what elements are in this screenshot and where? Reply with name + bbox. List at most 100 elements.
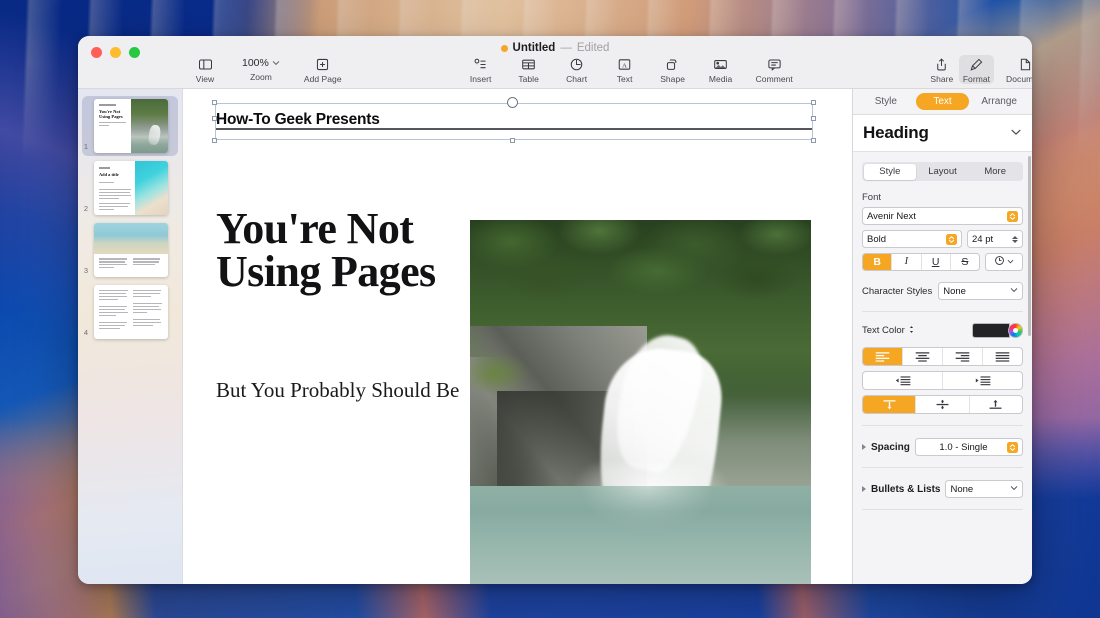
subtab-style[interactable]: Style — [864, 164, 917, 180]
document-title-text[interactable]: You're Not Using Pages — [216, 207, 456, 293]
tab-style[interactable]: Style — [859, 93, 913, 110]
font-size-stepper[interactable]: 24 pt — [967, 230, 1023, 248]
rotate-handle[interactable] — [507, 97, 518, 108]
insert-button[interactable]: Insert — [464, 55, 498, 84]
page-sheet[interactable]: How-To Geek Presents You're Not Using Pa… — [183, 89, 852, 584]
resize-handle-right[interactable] — [811, 116, 816, 121]
chart-button[interactable]: Chart — [560, 55, 594, 84]
indent-button[interactable] — [943, 372, 1022, 389]
table-button[interactable]: Table — [512, 55, 546, 84]
resize-handle-bottom[interactable] — [510, 138, 515, 143]
comment-button[interactable]: Comment — [752, 55, 797, 84]
title-separator: — — [560, 42, 572, 54]
font-weight-stepper-icon[interactable] — [946, 234, 957, 245]
thumb-eyebrow-line — [99, 104, 116, 106]
stepper-arrows-icon[interactable] — [1012, 236, 1018, 243]
bullets-select[interactable]: None — [945, 480, 1023, 498]
insert-label: Insert — [470, 74, 492, 84]
valign-top-button[interactable] — [863, 396, 916, 413]
zoom-control[interactable]: 100% Zoom — [242, 55, 280, 82]
font-weight-select[interactable]: Bold — [862, 230, 962, 248]
heading-text-box[interactable]: How-To Geek Presents — [215, 103, 813, 140]
align-justify-button[interactable] — [983, 348, 1022, 365]
thumbnail-1[interactable]: 1 You're Not Using Pages — [78, 95, 182, 157]
color-wheel-icon[interactable] — [1008, 323, 1023, 338]
italic-button[interactable]: I — [892, 254, 921, 270]
thumb1-heading: You're Not Using Pages — [99, 109, 128, 120]
align-left-button[interactable] — [863, 348, 903, 365]
subtab-more[interactable]: More — [969, 164, 1022, 180]
spacing-stepper-icon[interactable] — [1007, 442, 1018, 453]
text-color-controls — [972, 323, 1023, 338]
document-label: Document — [1006, 74, 1032, 84]
resize-handle-left[interactable] — [212, 116, 217, 121]
add-page-icon — [315, 57, 330, 72]
format-panel-scrollbar[interactable] — [1028, 156, 1031, 336]
heading-text[interactable]: How-To Geek Presents — [216, 111, 380, 129]
font-options-button[interactable] — [985, 253, 1023, 271]
share-button[interactable]: Share — [925, 55, 959, 84]
paragraph-style-selector[interactable]: Heading — [853, 115, 1032, 152]
character-styles-select[interactable]: None — [938, 282, 1023, 300]
resize-handle-bottom-left[interactable] — [212, 138, 217, 143]
strikethrough-button[interactable]: S — [951, 254, 979, 270]
tab-text[interactable]: Text — [916, 93, 970, 110]
spacing-select[interactable]: 1.0 - Single — [915, 438, 1023, 456]
text-color-swatch[interactable] — [972, 323, 1010, 338]
tab-arrange[interactable]: Arrange — [972, 93, 1026, 110]
disclosure-triangle-icon[interactable] — [862, 444, 866, 450]
text-label: Text — [617, 74, 633, 84]
view-button[interactable]: View — [188, 55, 222, 84]
add-page-label: Add Page — [304, 74, 342, 84]
resize-handle-top-left[interactable] — [212, 100, 217, 105]
underline-button[interactable]: U — [922, 254, 951, 270]
view-label: View — [196, 74, 214, 84]
chevron-down-icon[interactable] — [1010, 126, 1022, 141]
text-color-label: Text Color — [862, 325, 915, 337]
zoom-value-row[interactable]: 100% — [242, 55, 280, 70]
thumbnail-card[interactable] — [94, 223, 168, 277]
thumbnail-card[interactable]: Add a title — [94, 161, 168, 215]
add-page-button[interactable]: Add Page — [300, 55, 346, 84]
shape-button[interactable]: Shape — [656, 55, 690, 84]
text-button[interactable]: A Text — [608, 55, 642, 84]
subtab-layout[interactable]: Layout — [916, 164, 969, 180]
horizontal-alignment-group — [862, 347, 1023, 366]
thumbnail-card[interactable] — [94, 285, 168, 339]
valign-bottom-button[interactable] — [970, 396, 1022, 413]
share-icon — [934, 57, 949, 72]
zoom-button[interactable] — [129, 47, 140, 58]
resize-handle-top-right[interactable] — [811, 100, 816, 105]
font-family-stepper-icon[interactable] — [1007, 211, 1018, 222]
outdent-button[interactable] — [863, 372, 943, 389]
font-style-buttons: B I U S — [862, 253, 1023, 271]
bullets-row[interactable]: Bullets & Lists None — [862, 480, 1023, 498]
spacing-section: Spacing 1.0 - Single — [853, 426, 1032, 456]
valign-middle-button[interactable] — [916, 396, 969, 413]
indent-group — [862, 371, 1023, 390]
page-thumbnails-sidebar[interactable]: 1 You're Not Using Pages — [78, 89, 183, 584]
close-button[interactable] — [91, 47, 102, 58]
thumbnail-2[interactable]: 2 Add a title — [78, 157, 182, 219]
thumbnail-card[interactable]: You're Not Using Pages — [94, 99, 168, 153]
resize-handle-bottom-right[interactable] — [811, 138, 816, 143]
waterfall-photo[interactable] — [470, 220, 811, 584]
document-canvas[interactable]: How-To Geek Presents You're Not Using Pa… — [183, 89, 852, 584]
sort-updown-icon[interactable] — [908, 325, 915, 337]
document-name[interactable]: Untitled — [513, 42, 556, 54]
font-family-select[interactable]: Avenir Next — [862, 207, 1023, 225]
format-button[interactable]: Format — [959, 55, 994, 84]
disclosure-triangle-icon[interactable] — [862, 486, 866, 492]
document-subtitle-text[interactable]: But You Probably Should Be — [216, 377, 466, 405]
align-center-button[interactable] — [903, 348, 943, 365]
minimize-button[interactable] — [110, 47, 121, 58]
thumb1-text: You're Not Using Pages — [94, 99, 131, 153]
thumbnail-3[interactable]: 3 — [78, 219, 182, 281]
thumbnail-4[interactable]: 4 — [78, 281, 182, 343]
spacing-row[interactable]: Spacing 1.0 - Single — [862, 438, 1023, 456]
align-right-button[interactable] — [943, 348, 983, 365]
media-button[interactable]: Media — [704, 55, 738, 84]
document-button[interactable]: Document — [1002, 55, 1032, 84]
thumb3-image — [94, 223, 168, 254]
bold-button[interactable]: B — [863, 254, 892, 270]
